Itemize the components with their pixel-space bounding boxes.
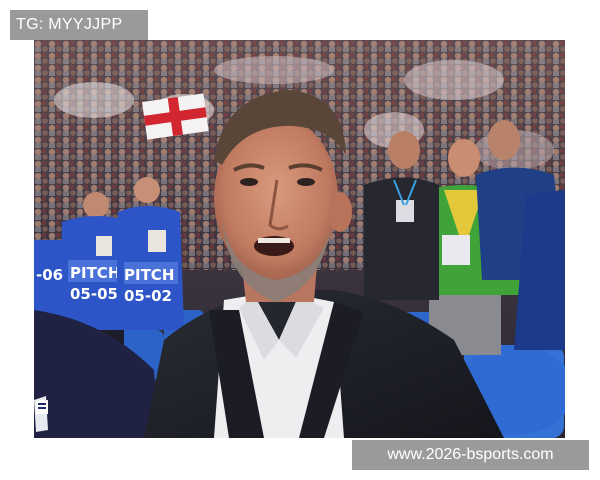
bib-top-left: PITCH (70, 264, 120, 282)
watermark-label: www.2026-bsports.com (352, 440, 589, 470)
bib-bottom-left: 05-05 (70, 285, 118, 303)
steward-far-left: -06 (34, 240, 64, 320)
bib-partial: -06 (36, 266, 63, 284)
tag-label: TG: MYYJJPP (10, 10, 148, 40)
bib-top-middle: PITCH (124, 266, 174, 284)
stadium-photo: PITCH 05-05 -06 PITCH 05-02 (34, 40, 565, 438)
crest-icon (36, 400, 48, 414)
bib-bottom-middle: 05-02 (124, 287, 172, 305)
